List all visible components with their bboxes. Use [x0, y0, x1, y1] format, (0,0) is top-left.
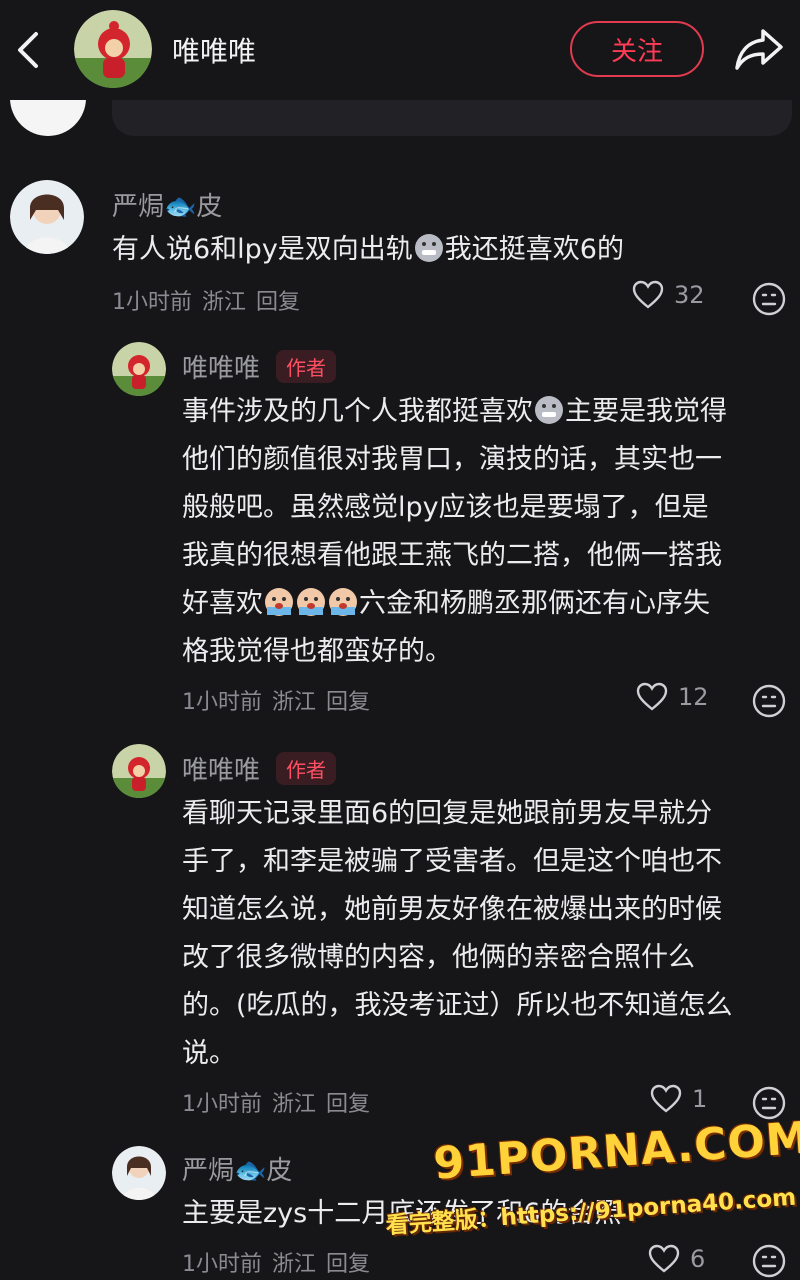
avatar[interactable]: [10, 180, 84, 254]
username-row: 唯唯唯 作者: [182, 750, 337, 787]
like-button[interactable]: 32: [632, 280, 705, 310]
username[interactable]: 唯唯唯: [182, 750, 260, 787]
comment-time: 1小时前: [182, 690, 262, 715]
comment-line: 的。(吃瓜的，我没考证过）所以也不知道怎么: [182, 990, 733, 1021]
comment-meta: 1小时前 浙江 回复: [112, 284, 310, 316]
comment-line: 他们的颜值很对我胃口，演技的话，其实也一: [182, 444, 722, 475]
back-icon[interactable]: [12, 28, 48, 72]
comment-text-part: 我还挺喜欢6的: [444, 234, 624, 265]
avatar[interactable]: [112, 744, 166, 798]
comment-line: 般般吧。虽然感觉lpy应该也是要塌了，但是: [182, 492, 709, 523]
emoji-face-icon[interactable]: [752, 684, 786, 718]
top-bar: 唯唯唯 关注: [0, 0, 800, 100]
reply-button[interactable]: 回复: [326, 1092, 370, 1117]
crying-emoji: [329, 588, 357, 616]
comment-text-part: 有人说6和lpy是双向出轨: [112, 234, 413, 265]
avatar[interactable]: [112, 342, 166, 396]
comment-line: 看聊天记录里面6的回复是她跟前男友早就分: [182, 798, 713, 829]
emoji-face-icon[interactable]: [752, 282, 786, 316]
like-button[interactable]: 12: [636, 682, 709, 712]
like-count: 32: [674, 281, 705, 309]
crying-emoji: [265, 588, 293, 616]
grimace-emoji: [414, 234, 443, 262]
heart-icon: [636, 682, 668, 711]
cut-off-input-bar: [112, 100, 792, 136]
comment-line: 六金和杨鹏丞那俩还有心序失: [359, 588, 710, 619]
reply-item: 唯唯唯 作者 事件涉及的几个人我都挺喜欢 主要是我觉得 他们的颜值很对我胃口，演技的…: [0, 342, 800, 722]
comment-line: 说。: [182, 1038, 236, 1069]
emoji-face-icon[interactable]: [752, 1244, 786, 1278]
comment-line: 我真的很想看他跟王燕飞的二搭，他俩一搭我: [182, 540, 722, 571]
avatar[interactable]: [112, 1146, 166, 1200]
author-avatar[interactable]: [74, 10, 152, 88]
username-row: 唯唯唯 作者: [182, 348, 337, 385]
like-button[interactable]: 1: [650, 1084, 707, 1114]
comment-time: 1小时前: [182, 1252, 262, 1277]
comment-location: 浙江: [272, 690, 317, 715]
author-name: 唯唯唯: [172, 35, 257, 68]
comment-item: 严焗🐟皮 有人说6和lpy是双向出轨 我还挺喜欢6的 1小时前 浙江 回复 32: [0, 180, 800, 320]
username[interactable]: 严焗🐟皮: [112, 186, 222, 223]
comment-line: 改了很多微博的内容，他俩的亲密合照什么: [182, 942, 695, 973]
previous-comment-fragment: [0, 100, 800, 146]
comment-line: 好喜欢: [182, 588, 263, 619]
comment-location: 浙江: [272, 1252, 317, 1277]
comment-line: 事件涉及的几个人我都挺喜欢: [182, 396, 533, 427]
username[interactable]: 严焗🐟皮: [182, 1150, 292, 1187]
comment-line: 知道怎么说，她前男友好像在被爆出来的时候: [182, 894, 722, 925]
comment-text: 有人说6和lpy是双向出轨 我还挺喜欢6的: [112, 226, 624, 274]
comment-line: 手了，和李是被骗了受害者。但是这个咱也不: [182, 846, 722, 877]
comment-line: 主要是我觉得: [565, 396, 727, 427]
like-count: 12: [678, 683, 709, 711]
comment-text: 事件涉及的几个人我都挺喜欢 主要是我觉得 他们的颜值很对我胃口，演技的话，其实也一…: [182, 388, 792, 676]
share-icon[interactable]: [733, 25, 785, 73]
watermark-logo: 91PORNA.COM: [431, 1112, 800, 1190]
comment-location: 浙江: [272, 1092, 317, 1117]
comment-meta: 1小时前 浙江 回复: [182, 684, 380, 716]
comment-line: 格我觉得也都蛮好的。: [182, 636, 452, 667]
grimace-emoji: [535, 396, 563, 424]
author-badge: 作者: [276, 350, 337, 383]
watermark: 91PORNA.COM 看完整版：https://91porna40.com: [380, 1110, 800, 1274]
comment-time: 1小时前: [112, 290, 192, 315]
like-count: 1: [692, 1085, 708, 1113]
reply-button[interactable]: 回复: [326, 1252, 370, 1277]
author-badge: 作者: [276, 752, 337, 785]
heart-icon: [632, 280, 664, 309]
cut-off-avatar: [10, 100, 86, 136]
crying-emoji: [297, 588, 325, 616]
username[interactable]: 唯唯唯: [182, 348, 260, 385]
comment-location: 浙江: [202, 290, 247, 315]
reply-item: 唯唯唯 作者 看聊天记录里面6的回复是她跟前男友早就分 手了，和李是被骗了受害者。…: [0, 744, 800, 1124]
follow-button[interactable]: 关注: [570, 21, 704, 77]
comment-text: 看聊天记录里面6的回复是她跟前男友早就分 手了，和李是被骗了受害者。但是这个咱也…: [182, 790, 792, 1078]
reply-button[interactable]: 回复: [326, 690, 370, 715]
comment-time: 1小时前: [182, 1092, 262, 1117]
reply-button[interactable]: 回复: [256, 290, 300, 315]
comment-meta: 1小时前 浙江 回复: [182, 1246, 380, 1278]
heart-icon: [650, 1084, 682, 1113]
comment-meta: 1小时前 浙江 回复: [182, 1086, 380, 1118]
